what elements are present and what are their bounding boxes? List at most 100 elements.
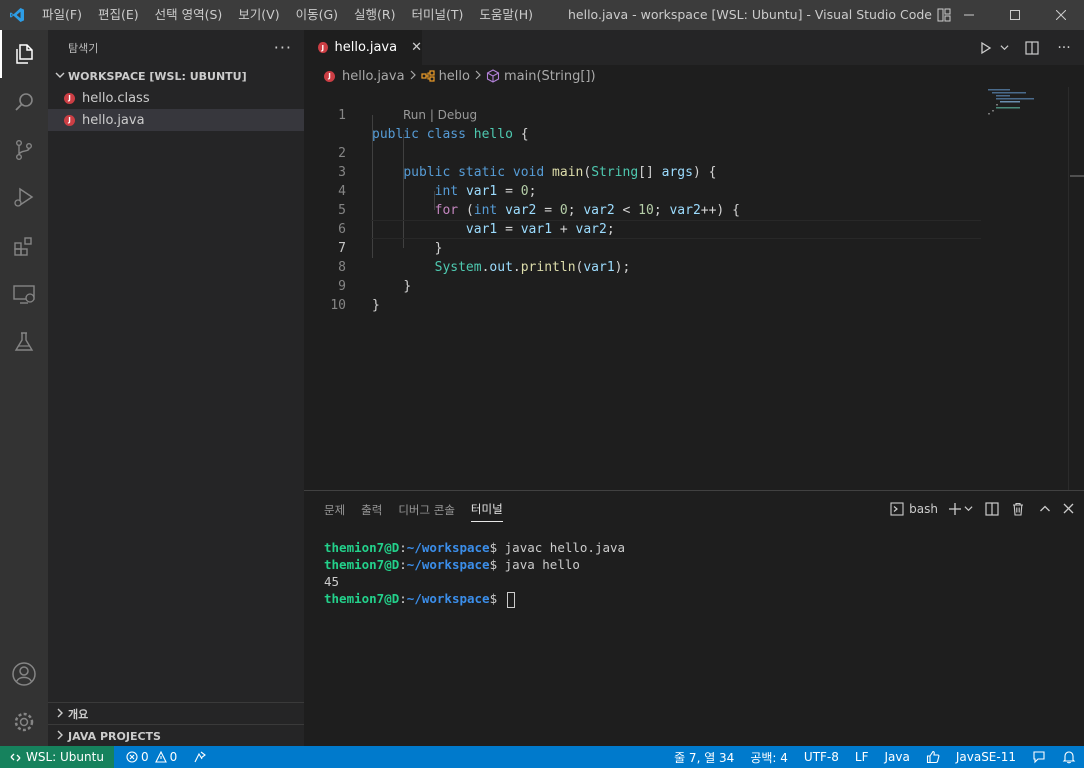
account-icon[interactable]: [0, 650, 48, 698]
indentation[interactable]: 공백: 4: [742, 746, 796, 768]
file-item-hello-java[interactable]: J hello.java: [48, 109, 304, 131]
breadcrumb-method[interactable]: main(String[]): [504, 69, 596, 84]
maximize-panel-chevron-up-icon[interactable]: [1039, 497, 1051, 521]
notifications-bell-icon[interactable]: [1054, 746, 1084, 768]
testing-icon[interactable]: [0, 318, 48, 366]
outline-label: 개요: [68, 708, 89, 721]
trash-icon[interactable]: [1011, 497, 1025, 521]
editor-scrollbar[interactable]: [1068, 87, 1084, 490]
code-editor[interactable]: 1 public class hello { Run | Debug 2 pub…: [304, 87, 1084, 490]
window-controls: [946, 0, 1084, 30]
terminal-icon: [890, 501, 904, 516]
live-share-icon[interactable]: [185, 746, 215, 768]
run-java-icon[interactable]: [974, 36, 998, 60]
tab-problems[interactable]: 문제: [324, 496, 345, 522]
tab-debug-console[interactable]: 디버그 콘솔: [398, 496, 455, 522]
cursor-position[interactable]: 줄 7, 열 34: [666, 746, 742, 768]
error-count: 0: [140, 750, 149, 764]
encoding[interactable]: UTF-8: [796, 746, 847, 768]
minimap[interactable]: [988, 87, 1068, 490]
new-terminal-icon[interactable]: [948, 497, 962, 521]
menu-go[interactable]: 이동(G): [288, 0, 346, 30]
workspace-section-header[interactable]: WORKSPACE [WSL: UBUNTU]: [48, 65, 304, 87]
java-projects-label: JAVA PROJECTS: [68, 729, 161, 743]
remote-explorer-icon[interactable]: [0, 270, 48, 318]
terminal-dropdown-chevron-icon[interactable]: [964, 497, 973, 521]
remote-icon: [10, 752, 21, 763]
close-panel-icon[interactable]: [1063, 497, 1074, 521]
tab-label: hello.java: [334, 40, 398, 55]
tab-terminal[interactable]: 터미널: [470, 495, 503, 522]
menu-file[interactable]: 파일(F): [34, 0, 90, 30]
remote-label: WSL: Ubuntu: [26, 750, 104, 764]
maximize-icon[interactable]: [992, 0, 1038, 30]
menu-help[interactable]: 도움말(H): [471, 0, 541, 30]
language-mode[interactable]: Java: [876, 746, 917, 768]
status-bar: WSL: Ubuntu 0 0 줄 7, 열 34 공백: 4 UTF-8 LF…: [0, 746, 1084, 768]
code-line: 3 int var1 = 0;: [304, 144, 984, 199]
panel-actions: bash: [884, 491, 1074, 526]
breadcrumb-file[interactable]: hello.java: [342, 69, 405, 84]
menu-edit[interactable]: 편집(E): [90, 0, 147, 30]
explorer-icon[interactable]: [0, 30, 48, 78]
file-name: hello.class: [82, 90, 150, 106]
java-file-icon: J: [64, 92, 75, 104]
run-dropdown-chevron-icon[interactable]: [998, 36, 1010, 60]
chevron-right-icon: [52, 708, 68, 721]
workspace-label: WORKSPACE [WSL: UBUNTU]: [68, 69, 247, 83]
code-line: 6 }: [304, 201, 984, 256]
menu-run[interactable]: 실행(R): [346, 0, 403, 30]
menu-view[interactable]: 보기(V): [230, 0, 287, 30]
problems-indicator[interactable]: 0 0: [118, 746, 185, 768]
minimize-icon[interactable]: [946, 0, 992, 30]
title-bar: 파일(F) 편집(E) 선택 영역(S) 보기(V) 이동(G) 실행(R) 터…: [0, 0, 1084, 30]
terminal-output[interactable]: themion7@D:~/workspace$ javac hello.java…: [324, 539, 626, 608]
remote-indicator[interactable]: WSL: Ubuntu: [0, 746, 114, 768]
terminal-shell-selector[interactable]: bash: [890, 497, 938, 521]
java-projects-section-header[interactable]: JAVA PROJECTS: [48, 724, 304, 747]
line-number: 1: [338, 108, 346, 123]
java-file-icon: J: [64, 114, 75, 126]
warning-icon: [154, 751, 167, 763]
more-actions-icon[interactable]: ···: [274, 38, 292, 57]
thumbs-up-icon[interactable]: [918, 746, 948, 768]
settings-gear-icon[interactable]: [0, 698, 48, 746]
menu-terminal[interactable]: 터미널(T): [404, 0, 472, 30]
run-debug-codelens[interactable]: Run | Debug: [403, 106, 477, 125]
code-line: 2 public static void main(String[] args)…: [304, 125, 984, 180]
terminal-line: themion7@D:~/workspace$ java hello: [324, 557, 580, 572]
vscode-logo-icon: [0, 0, 34, 30]
split-terminal-icon[interactable]: [985, 497, 999, 521]
scrollbar-cursor-marker: [1070, 175, 1084, 177]
editor-tab-bar: J hello.java ✕ ···: [304, 30, 1084, 65]
feedback-icon[interactable]: [1024, 746, 1054, 768]
code-line: 8 }: [304, 239, 984, 294]
breadcrumb-class[interactable]: hello: [439, 69, 470, 84]
terminal-line: themion7@D:~/workspace$ javac hello.java: [324, 540, 626, 555]
end-of-line[interactable]: LF: [847, 746, 877, 768]
terminal-line: 45: [324, 574, 340, 589]
source-control-icon[interactable]: [0, 126, 48, 174]
code-line: 7 System.out.println(var1);: [304, 220, 984, 275]
outline-section-header[interactable]: 개요: [48, 702, 304, 725]
split-editor-icon[interactable]: [1020, 36, 1044, 60]
error-icon: [126, 751, 138, 763]
file-item-hello-class[interactable]: J hello.class: [48, 87, 304, 109]
code-line: 1 public class hello {: [304, 87, 984, 142]
extensions-icon[interactable]: [0, 222, 48, 270]
tab-output[interactable]: 출력: [361, 496, 382, 522]
java-file-icon: J: [324, 70, 335, 82]
close-window-icon[interactable]: [1038, 0, 1084, 30]
file-name: hello.java: [82, 112, 145, 128]
code-line: 10: [304, 277, 984, 313]
menu-selection[interactable]: 선택 영역(S): [147, 0, 231, 30]
search-icon[interactable]: [0, 78, 48, 126]
status-bar-right: 줄 7, 열 34 공백: 4 UTF-8 LF Java JavaSE-11: [666, 746, 1084, 768]
line-number: 10: [330, 298, 346, 313]
editor-more-actions-icon[interactable]: ···: [1052, 36, 1076, 60]
run-debug-icon[interactable]: [0, 174, 48, 222]
shell-name: bash: [909, 501, 938, 516]
tab-hello-java[interactable]: J hello.java ✕: [304, 30, 422, 65]
close-tab-icon[interactable]: ✕: [411, 40, 422, 55]
java-runtime[interactable]: JavaSE-11: [948, 746, 1024, 768]
